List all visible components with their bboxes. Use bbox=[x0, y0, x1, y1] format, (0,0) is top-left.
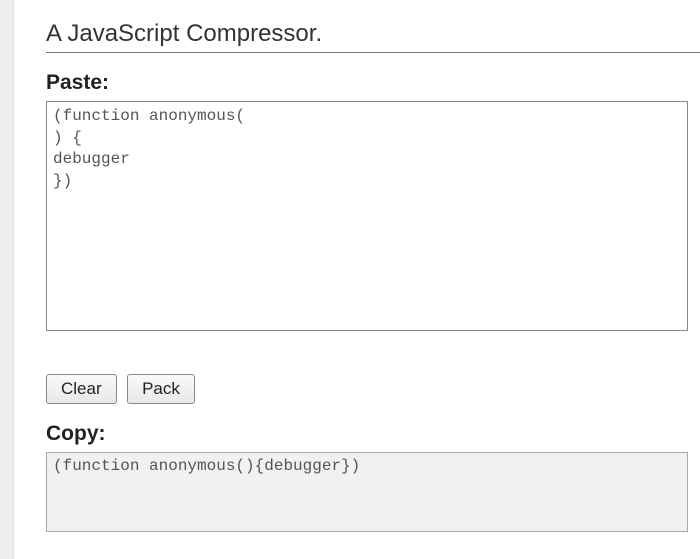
main-content: A JavaScript Compressor. Paste: Clear Pa… bbox=[14, 0, 700, 559]
app-container: A JavaScript Compressor. Paste: Clear Pa… bbox=[0, 0, 700, 559]
pack-button[interactable]: Pack bbox=[127, 374, 195, 404]
page-title: A JavaScript Compressor. bbox=[46, 20, 700, 53]
copy-label: Copy: bbox=[46, 422, 700, 446]
paste-label: Paste: bbox=[46, 71, 700, 95]
copy-textarea[interactable] bbox=[46, 452, 688, 532]
left-gutter bbox=[0, 0, 14, 559]
paste-textarea[interactable] bbox=[46, 101, 688, 331]
button-row: Clear Pack bbox=[46, 374, 700, 404]
clear-button[interactable]: Clear bbox=[46, 374, 117, 404]
